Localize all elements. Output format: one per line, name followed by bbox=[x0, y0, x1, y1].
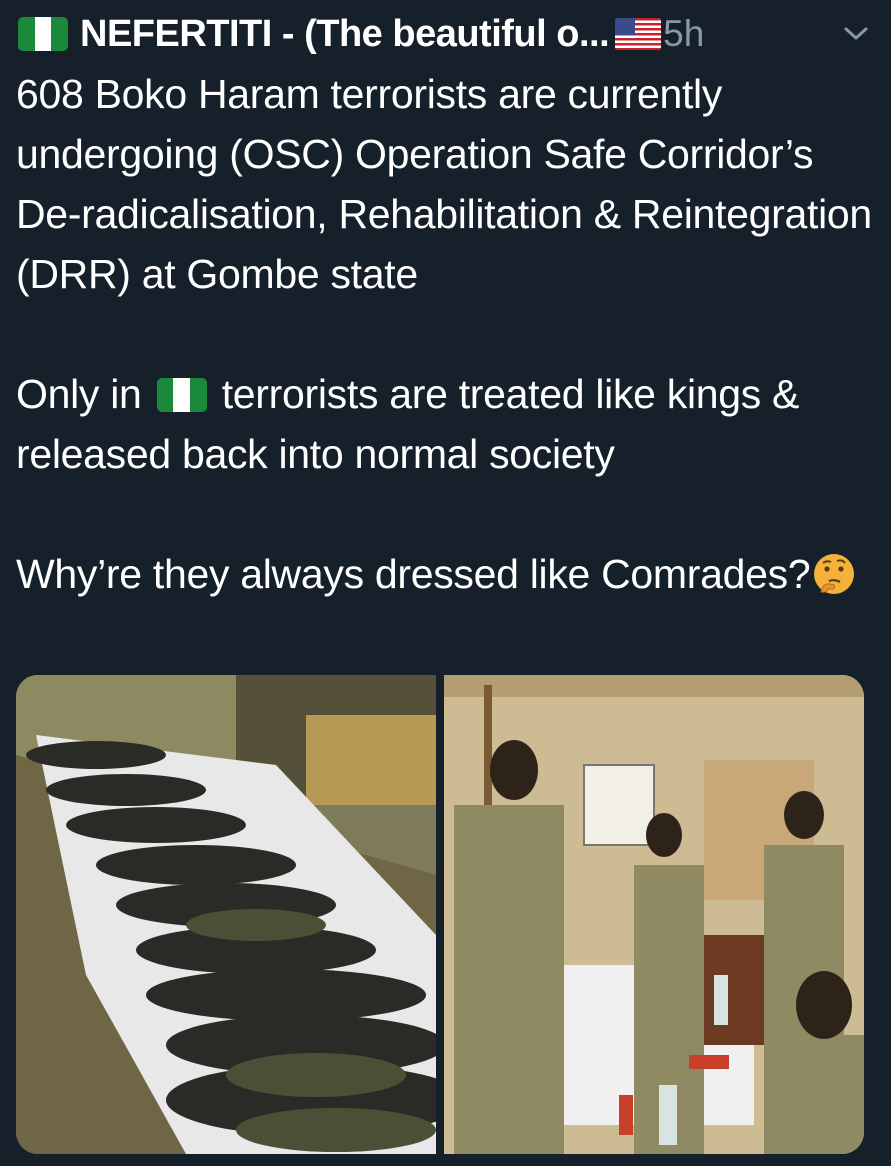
photo-bodies-on-ground[interactable] bbox=[16, 675, 436, 1154]
paragraph-2-start: Only in bbox=[16, 371, 153, 417]
us-flag-icon bbox=[615, 18, 662, 50]
thinking-face-icon bbox=[812, 552, 856, 596]
tweet-paragraph-2: Only in terrorists are treated like king… bbox=[16, 364, 876, 484]
photo-men-in-uniform-at-table[interactable] bbox=[444, 675, 864, 1154]
tweet[interactable]: NEFERTITI - (The beautiful o... 5h 608 B… bbox=[0, 0, 891, 1166]
tweet-header: NEFERTITI - (The beautiful o... 5h bbox=[18, 6, 871, 62]
author-name[interactable]: NEFERTITI - (The beautiful o... bbox=[80, 13, 609, 56]
nigeria-flag-icon bbox=[156, 378, 207, 412]
tweet-paragraph-1: 608 Boko Haram terrorists are currently … bbox=[16, 71, 872, 297]
timestamp[interactable]: 5h bbox=[663, 13, 704, 55]
tweet-media[interactable] bbox=[16, 675, 864, 1154]
tweet-paragraph-3: Why’re they always dressed like Comrades… bbox=[16, 544, 876, 604]
paragraph-3-text: Why’re they always dressed like Comrades… bbox=[16, 551, 811, 597]
tweet-text: 608 Boko Haram terrorists are currently … bbox=[16, 64, 876, 604]
nigeria-flag-icon bbox=[18, 17, 68, 51]
chevron-down-icon[interactable] bbox=[841, 19, 871, 49]
